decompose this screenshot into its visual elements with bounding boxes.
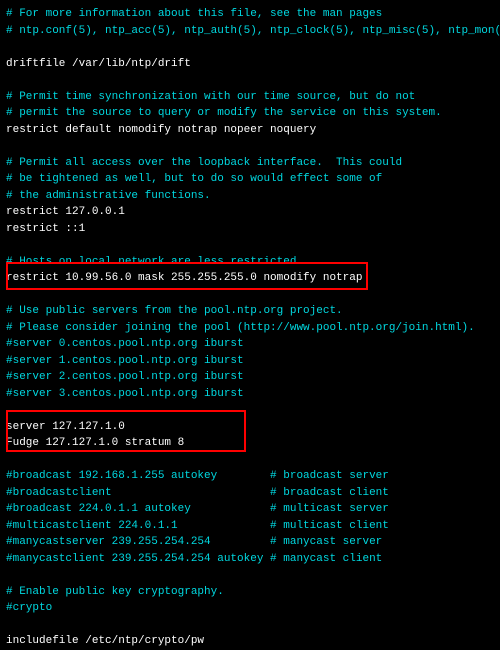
terminal-line: # ntp.conf(5), ntp_acc(5), ntp_auth(5), … — [6, 23, 494, 40]
config-comment: #server 0.centos.pool.ntp.org iburst — [6, 338, 244, 350]
terminal-line: driftfile /var/lib/ntp/drift — [6, 56, 494, 73]
config-comment: # be tightened as well, but to do so wou… — [6, 173, 382, 185]
terminal-line: #manycastclient 239.255.254.254 autokey … — [6, 551, 494, 568]
terminal-line: # Hosts on local network are less restri… — [6, 254, 494, 271]
terminal-line: server 127.127.1.0 — [6, 419, 494, 436]
terminal-line — [6, 39, 494, 56]
terminal-line — [6, 617, 494, 634]
terminal-line — [6, 567, 494, 584]
config-comment: #server 2.centos.pool.ntp.org iburst — [6, 371, 244, 383]
config-comment: # Hosts on local network are less restri… — [6, 256, 303, 268]
terminal-line — [6, 402, 494, 419]
terminal-line: restrict 127.0.0.1 — [6, 204, 494, 221]
terminal-line — [6, 72, 494, 89]
config-comment: #server 1.centos.pool.ntp.org iburst — [6, 355, 244, 367]
config-comment-trailing: # broadcast client — [270, 487, 389, 499]
config-comment-trailing: # manycast client — [270, 553, 382, 565]
terminal-line — [6, 138, 494, 155]
terminal-line: # Please consider joining the pool (http… — [6, 320, 494, 337]
config-comment-trailing: # broadcast server — [270, 470, 389, 482]
config-directive: restrict default nomodify notrap nopeer … — [6, 124, 316, 136]
terminal-line: # Use public servers from the pool.ntp.o… — [6, 303, 494, 320]
config-comment: #manycastclient 239.255.254.254 autokey — [6, 553, 270, 565]
config-directive: server 127.127.1.0 — [6, 421, 125, 433]
terminal-line: #server 1.centos.pool.ntp.org iburst — [6, 353, 494, 370]
config-comment: #broadcast 224.0.1.1 autokey — [6, 503, 270, 515]
terminal-output: # For more information about this file, … — [6, 6, 494, 650]
config-comment: #crypto — [6, 602, 52, 614]
terminal-line: restrict default nomodify notrap nopeer … — [6, 122, 494, 139]
config-comment: #broadcast 192.168.1.255 autokey — [6, 470, 270, 482]
config-comment: #multicastclient 224.0.1.1 — [6, 520, 270, 532]
terminal-line: # be tightened as well, but to do so wou… — [6, 171, 494, 188]
terminal-line: # permit the source to query or modify t… — [6, 105, 494, 122]
config-directive: restrict 127.0.0.1 — [6, 206, 125, 218]
terminal-line: #broadcast 224.0.1.1 autokey # multicast… — [6, 501, 494, 518]
terminal-line: #broadcastclient # broadcast client — [6, 485, 494, 502]
terminal-line — [6, 287, 494, 304]
config-comment: #manycastserver 239.255.254.254 — [6, 536, 270, 548]
config-directive: includefile /etc/ntp/crypto/pw — [6, 635, 204, 647]
config-directive: Fudge 127.127.1.0 stratum 8 — [6, 437, 184, 449]
terminal-line: #server 0.centos.pool.ntp.org iburst — [6, 336, 494, 353]
terminal-line: # Permit all access over the loopback in… — [6, 155, 494, 172]
terminal-line: includefile /etc/ntp/crypto/pw — [6, 633, 494, 650]
config-comment: #server 3.centos.pool.ntp.org iburst — [6, 388, 244, 400]
terminal-line — [6, 237, 494, 254]
config-comment: # Use public servers from the pool.ntp.o… — [6, 305, 343, 317]
terminal-line: #manycastserver 239.255.254.254 # manyca… — [6, 534, 494, 551]
config-directive: driftfile /var/lib/ntp/drift — [6, 58, 191, 70]
config-comment: # For more information about this file, … — [6, 8, 382, 20]
config-comment-trailing: # multicast server — [270, 503, 389, 515]
config-comment: # Permit time synchronization with our t… — [6, 91, 415, 103]
terminal-line — [6, 452, 494, 469]
config-comment-trailing: # multicast client — [270, 520, 389, 532]
config-directive: restrict 10.99.56.0 mask 255.255.255.0 n… — [6, 272, 362, 284]
terminal-line: # the administrative functions. — [6, 188, 494, 205]
terminal-line: #crypto — [6, 600, 494, 617]
terminal-line: Fudge 127.127.1.0 stratum 8 — [6, 435, 494, 452]
terminal-line: restrict ::1 — [6, 221, 494, 238]
terminal-line: #broadcast 192.168.1.255 autokey # broad… — [6, 468, 494, 485]
config-directive: restrict ::1 — [6, 223, 85, 235]
config-comment: # permit the source to query or modify t… — [6, 107, 442, 119]
config-comment: # Enable public key cryptography. — [6, 586, 224, 598]
config-comment: # Permit all access over the loopback in… — [6, 157, 402, 169]
config-comment-trailing: # manycast server — [270, 536, 382, 548]
terminal-line: # Permit time synchronization with our t… — [6, 89, 494, 106]
terminal-line: # For more information about this file, … — [6, 6, 494, 23]
config-comment: #broadcastclient — [6, 487, 270, 499]
config-comment: # ntp.conf(5), ntp_acc(5), ntp_auth(5), … — [6, 25, 500, 37]
terminal-line: #server 2.centos.pool.ntp.org iburst — [6, 369, 494, 386]
terminal-line: #multicastclient 224.0.1.1 # multicast c… — [6, 518, 494, 535]
terminal-line: #server 3.centos.pool.ntp.org iburst — [6, 386, 494, 403]
terminal-line: # Enable public key cryptography. — [6, 584, 494, 601]
config-comment: # Please consider joining the pool (http… — [6, 322, 475, 334]
config-comment: # the administrative functions. — [6, 190, 211, 202]
terminal-line: restrict 10.99.56.0 mask 255.255.255.0 n… — [6, 270, 494, 287]
